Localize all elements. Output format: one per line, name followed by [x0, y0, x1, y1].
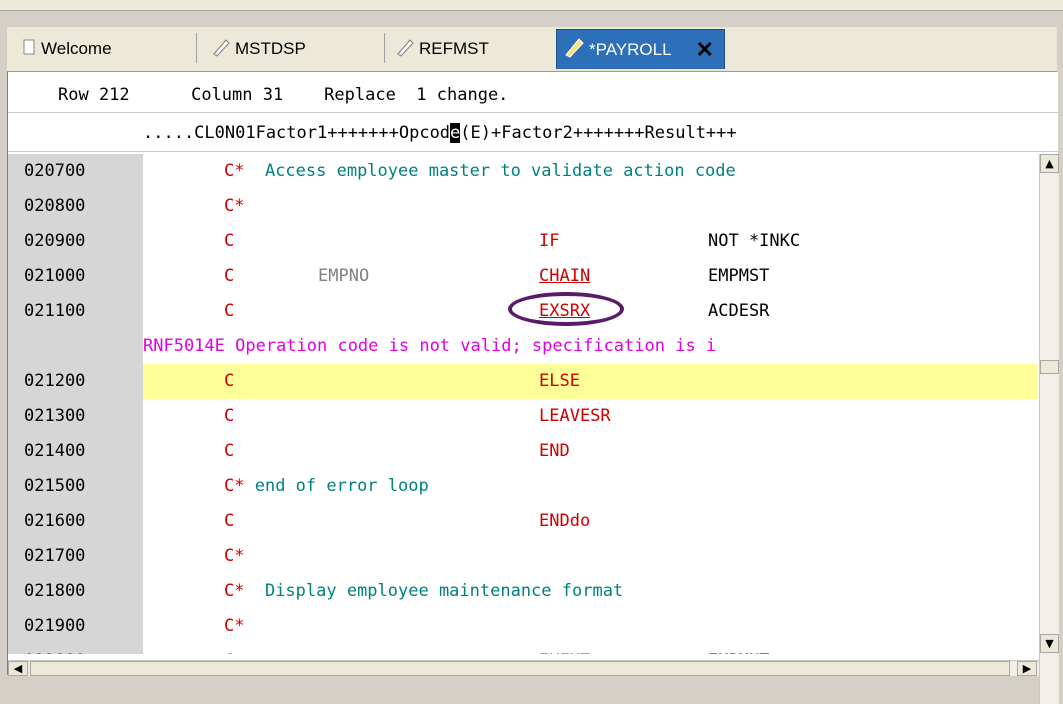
spec-code: C* — [224, 616, 245, 636]
scroll-down-icon[interactable]: ▼ — [1040, 634, 1059, 653]
sequence-number: 021500 — [8, 469, 143, 504]
sequence-number: 021400 — [8, 434, 143, 469]
editor-status-line: Row 212 Column 31 Replace 1 change. — [8, 78, 1058, 112]
opcode: END — [539, 441, 570, 461]
source-line[interactable]: 021600 C ENDdo — [8, 504, 1038, 539]
factor1: EMPNO — [318, 266, 370, 286]
scroll-up-icon[interactable]: ▲ — [1040, 154, 1059, 173]
status-message: 1 change. — [416, 85, 509, 105]
spec-code: C — [224, 644, 234, 654]
window-top-strip — [0, 0, 1063, 11]
opcode: EXFMT — [539, 644, 590, 654]
source-line-error[interactable]: 021100 C EXSRX ACDESR — [8, 292, 1038, 329]
source-line[interactable]: 021900 C* — [8, 609, 1038, 644]
spec-code: C — [224, 371, 235, 391]
sequence-number: 021800 — [8, 574, 143, 609]
tab-welcome[interactable]: Welcome — [17, 29, 197, 69]
scroll-right-icon[interactable]: ▶ — [1017, 661, 1037, 676]
spec-code: C — [224, 441, 235, 461]
spec-code: C — [224, 406, 235, 426]
factor2: EMPMST — [708, 266, 770, 286]
spec-code: C — [224, 231, 235, 251]
sequence-number: 021100 — [8, 294, 143, 329]
error-message: RNF5014E Operation code is not valid; sp… — [143, 329, 1038, 364]
opcode: LEAVESR — [539, 406, 611, 426]
tab-payroll[interactable]: *PAYROLL ✕ — [556, 29, 725, 69]
spec-code: C* Display employee maintenance format — [224, 581, 624, 601]
sequence-number: 020800 — [8, 189, 143, 224]
sequence-number: 021900 — [8, 609, 143, 644]
vertical-scrollbar[interactable]: ▲ ▼ — [1039, 154, 1059, 704]
tab-label: REFMST — [419, 39, 489, 58]
sequence-number: 020900 — [8, 224, 143, 259]
comment-text: Access employee master to validate actio… — [244, 161, 736, 181]
sequence-number: 021200 — [8, 364, 143, 399]
spec-code: C — [224, 266, 235, 286]
opcode: IF — [539, 231, 560, 251]
spec-code: C — [224, 511, 235, 531]
source-line[interactable]: 021700 C* — [8, 539, 1038, 574]
editor-tab-bar: Welcome MSTDSP REFMST *PAYROLL ✕ — [7, 27, 1057, 73]
sequence-number: 021300 — [8, 399, 143, 434]
ruler-cursor: e — [450, 123, 461, 143]
factor2: EMPMNT — [708, 644, 769, 654]
source-line[interactable]: 021800 C* Display employee maintenance f… — [8, 574, 1038, 609]
error-message-line: RNF5014E Operation code is not valid; sp… — [8, 329, 1038, 364]
sequence-number: 021700 — [8, 539, 143, 574]
spec-code: C — [224, 301, 235, 321]
tab-label: MSTDSP — [235, 39, 306, 58]
source-line[interactable]: 022000 C EXFMT EMPMNT — [8, 644, 1038, 654]
sequence-number: 022000 — [8, 644, 143, 654]
spec-code: C* Access employee master to validate ac… — [224, 161, 736, 181]
scroll-left-icon[interactable]: ◀ — [8, 661, 28, 676]
source-line[interactable]: 021000 C EMPNO CHAIN EMPMST — [8, 259, 1038, 294]
tab-refmst[interactable]: REFMST — [389, 29, 554, 69]
factor2: ACDESR — [708, 301, 770, 321]
spec-code: C* end of error loop — [224, 476, 429, 496]
factor2: NOT *INKC — [708, 231, 801, 251]
sequence-number: 020700 — [8, 154, 143, 189]
error-highlight-ring — [508, 292, 624, 326]
sequence-number: 021600 — [8, 504, 143, 539]
source-line[interactable]: 021400 C END — [8, 434, 1038, 469]
horizontal-scrollbar[interactable]: ◀ ▶ — [8, 660, 1039, 676]
opcode: ELSE — [539, 371, 580, 391]
opcode: ENDdo — [539, 511, 591, 531]
ruler-text-rest: (E)+Factor2+++++++Result+++ — [460, 123, 737, 143]
status-column: Column 31 — [191, 85, 284, 105]
pencil-icon — [211, 37, 231, 62]
source-line[interactable]: 020900 C IF NOT *INKC — [8, 224, 1038, 259]
source-line[interactable]: 021500 C* end of error loop — [8, 469, 1038, 504]
source-line[interactable]: 020700 C* Access employee master to vali… — [8, 154, 1038, 189]
tab-label: *PAYROLL — [589, 39, 672, 59]
spec-code: C* — [224, 196, 245, 216]
pencil-icon — [563, 36, 585, 63]
horizontal-scroll-thumb[interactable] — [30, 661, 1010, 676]
status-mode: Replace — [324, 85, 396, 105]
tab-mstdsp[interactable]: MSTDSP — [205, 29, 385, 69]
pencil-icon — [395, 37, 415, 62]
ruler-text: .....CL0N01Factor1+++++++Opcod — [143, 123, 451, 143]
source-line[interactable]: 021300 C LEAVESR — [8, 399, 1038, 434]
source-line[interactable]: 020800 C* — [8, 189, 1038, 224]
status-row: Row 212 — [58, 85, 130, 105]
spec-code: C* — [224, 546, 245, 566]
sequence-number: 021000 — [8, 259, 143, 294]
lpex-editor[interactable]: Row 212 Column 31 Replace 1 change. ....… — [7, 72, 1059, 704]
doc-icon — [23, 39, 37, 60]
close-icon[interactable]: ✕ — [696, 37, 714, 63]
current-source-line[interactable]: 021200 C ELSE — [8, 364, 1038, 399]
opcode: CHAIN — [539, 266, 591, 286]
tab-label: Welcome — [41, 39, 112, 58]
source-lines: 020700 C* Access employee master to vali… — [8, 154, 1038, 654]
format-ruler: .....CL0N01Factor1+++++++Opcode(E)+Facto… — [8, 112, 1058, 152]
vertical-scroll-thumb[interactable] — [1040, 360, 1059, 374]
